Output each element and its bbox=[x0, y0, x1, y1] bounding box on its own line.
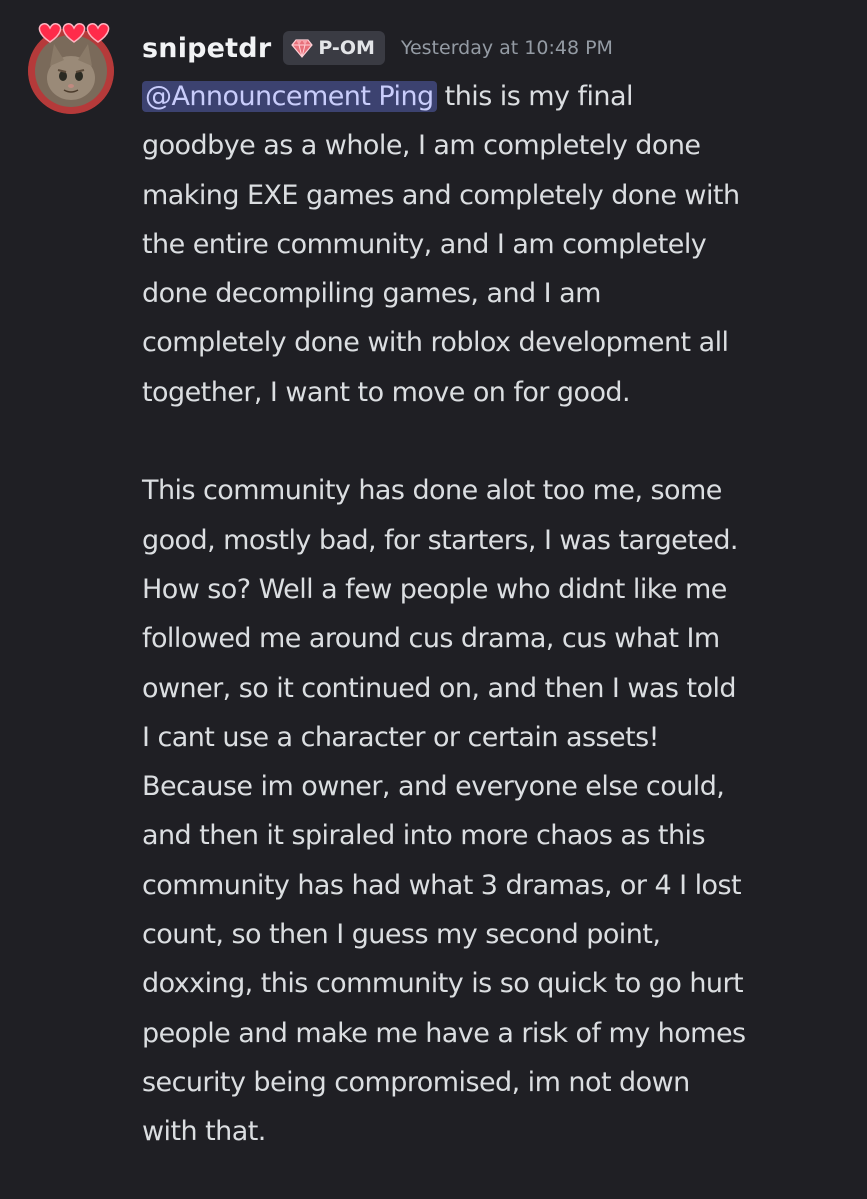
message-line: goodbye as a whole, I am completely done bbox=[142, 130, 701, 162]
message-text: this is my final bbox=[436, 81, 634, 112]
message-line: security being compromised, im not down bbox=[142, 1066, 690, 1098]
message-header: snipetdr P-OM Yesterday at 10:48 PM bbox=[142, 28, 613, 68]
message-line: together, I want to move on for good. bbox=[142, 376, 631, 408]
role-mention[interactable]: @Announcement Ping bbox=[142, 81, 437, 112]
message-line: I cant use a character or certain assets… bbox=[142, 721, 659, 753]
gem-icon bbox=[291, 39, 314, 58]
message-line: people and make me have a risk of my hom… bbox=[142, 1017, 746, 1049]
chat-message: snipetdr P-OM Yesterday at 10:48 PM @Ann… bbox=[0, 0, 867, 1199]
message-line: and then it spiraled into more chaos as … bbox=[142, 820, 706, 852]
message-line: community has had what 3 dramas, or 4 I … bbox=[142, 869, 742, 901]
avatar[interactable] bbox=[24, 20, 118, 114]
message-line: How so? Well a few people who didnt like… bbox=[142, 573, 727, 605]
message-line: good, mostly bad, for starters, I was ta… bbox=[142, 524, 739, 556]
message-line: completely done with roblox development … bbox=[142, 327, 729, 359]
message-line: owner, so it continued on, and then I wa… bbox=[142, 672, 737, 704]
username[interactable]: snipetdr bbox=[142, 33, 271, 64]
message-line: This community has done alot too me, som… bbox=[142, 475, 722, 507]
message-line: with that. bbox=[142, 1116, 266, 1148]
hearts-decoration-icon bbox=[34, 20, 114, 46]
message-line: count, so then I guess my second point, bbox=[142, 919, 661, 951]
message-line: done decompiling games, and I am bbox=[142, 278, 601, 310]
message-line: doxxing, this community is so quick to g… bbox=[142, 968, 744, 1000]
guild-tag-label: P-OM bbox=[318, 37, 375, 59]
timestamp[interactable]: Yesterday at 10:48 PM bbox=[401, 37, 613, 59]
guild-tag[interactable]: P-OM bbox=[283, 31, 385, 65]
message-line: making EXE games and completely done wit… bbox=[142, 179, 740, 211]
message-line: the entire community, and I am completel… bbox=[142, 228, 707, 260]
message-line: @Announcement Ping this is my final bbox=[142, 72, 842, 121]
message-line: followed me around cus drama, cus what I… bbox=[142, 623, 720, 655]
message-line: Because im owner, and everyone else coul… bbox=[142, 771, 725, 803]
message-content: @Announcement Ping this is my final good… bbox=[142, 72, 842, 1157]
